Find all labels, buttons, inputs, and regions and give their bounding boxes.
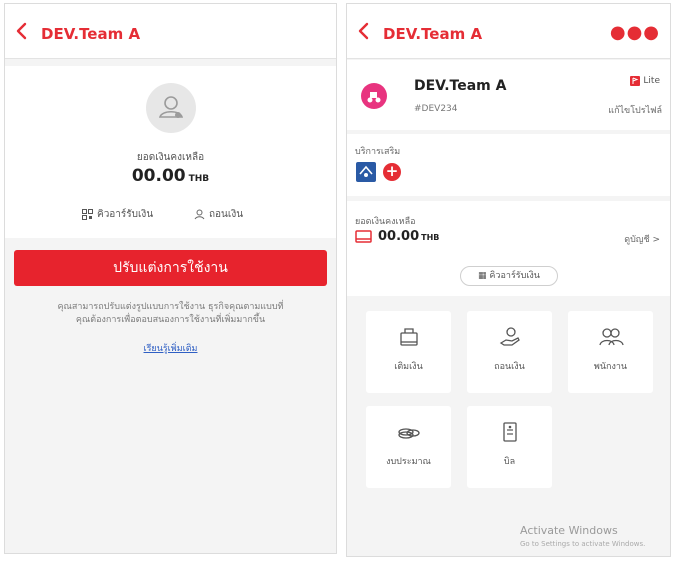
windows-activation-watermark: Activate Windows: [520, 524, 618, 537]
tile-label: เติมเงิน: [394, 362, 423, 372]
withdraw-icon: [194, 209, 205, 220]
view-account-link[interactable]: ดูบัญชี >: [624, 232, 660, 246]
qr-receive-button[interactable]: คิวอาร์รับเงิน: [82, 207, 153, 222]
top-up-icon: [399, 328, 418, 346]
balance-label: ยอดเงินคงเหลือ: [355, 217, 416, 227]
business-name: DEV.Team A: [414, 78, 507, 94]
more-menu-icon[interactable]: ●●●: [610, 24, 660, 42]
header-title: DEV.Team A: [383, 25, 483, 43]
balance-amount: 00.00 THB: [378, 229, 439, 244]
bill-icon: [502, 422, 517, 442]
plan-badge: Lite: [630, 76, 660, 86]
services-label: บริการเสริม: [355, 147, 401, 157]
business-avatar: [361, 83, 387, 109]
balance-row: 00.00 THB: [355, 229, 439, 244]
learn-more-link[interactable]: เรียนรู้เพิ่มเติม: [5, 341, 336, 355]
chevron-right-icon: >: [652, 235, 660, 245]
qr-receive-label: คิวอาร์รับเงิน: [97, 209, 154, 220]
tile-top-up[interactable]: เติมเงิน: [366, 311, 451, 393]
withdraw-label: ถอนเงิน: [209, 209, 244, 220]
tile-withdraw[interactable]: ถอนเงิน: [467, 311, 552, 393]
tile-budget[interactable]: งบประมาณ: [366, 406, 451, 488]
right-header: DEV.Team A ●●●: [347, 4, 670, 59]
qr-receive-label: คิวอาร์รับเงิน: [489, 271, 540, 281]
tile-label: พนักงาน: [593, 362, 628, 372]
employees-icon: [598, 328, 624, 346]
windows-activation-hint: Go to Settings to activate Windows.: [520, 540, 646, 548]
customize-description: คุณสามารถปรับแต่งรูปแบบการใช้งาน ธุรกิจค…: [9, 301, 332, 327]
scooter-icon: [367, 92, 381, 103]
tile-bill[interactable]: บิล: [467, 406, 552, 488]
plan-label: Lite: [643, 76, 660, 86]
qr-code-icon: ▦: [478, 271, 490, 281]
delivery-service-icon: [359, 165, 373, 177]
budget-icon: [397, 428, 420, 439]
tile-label: บิล: [503, 457, 516, 467]
service-app-icon[interactable]: [356, 162, 376, 182]
withdraw-icon: [499, 327, 520, 346]
qr-code-icon: [82, 209, 93, 220]
user-icon: [158, 96, 184, 118]
tile-employees[interactable]: พนักงาน: [568, 311, 653, 393]
description-line: คุณสามารถปรับแต่งรูปแบบการใช้งาน ธุรกิจค…: [57, 302, 284, 312]
qr-receive-button[interactable]: ▦ คิวอาร์รับเงิน: [460, 266, 558, 286]
customize-usage-button[interactable]: ปรับแต่งการใช้งาน: [14, 250, 327, 286]
left-phone-screen: DEV.Team A ยอดเงินคงเหลือ 00.00 THB คิวอา…: [4, 3, 337, 554]
currency-label: THB: [421, 233, 440, 242]
tile-label: งบประมาณ: [386, 457, 431, 467]
currency-label: THB: [188, 174, 210, 184]
wallet-icon: [355, 230, 372, 243]
balance-amount: 00.00 THB: [5, 166, 336, 186]
profile-avatar: [146, 83, 196, 133]
chevron-left-icon[interactable]: [13, 22, 31, 40]
add-service-icon[interactable]: +: [383, 163, 401, 181]
view-account-label: ดูบัญชี: [624, 235, 650, 245]
left-header: DEV.Team A: [5, 4, 336, 59]
chevron-left-icon[interactable]: [355, 22, 373, 40]
header-title: DEV.Team A: [41, 25, 141, 43]
balance-value: 00.00: [131, 166, 186, 186]
business-profile-card: [347, 60, 670, 130]
right-phone-screen: DEV.Team A ●●● DEV.Team A #DEV234 Lite แ…: [346, 3, 671, 557]
business-id: #DEV234: [414, 104, 458, 114]
tile-label: ถอนเงิน: [494, 362, 525, 372]
flag-icon: [630, 76, 641, 86]
balance-label: ยอดเงินคงเหลือ: [136, 152, 205, 163]
balance-value: 00.00: [378, 229, 420, 244]
description-line: คุณต้องการเพื่อตอบสนองการใช้งานที่เพิ่มม…: [75, 315, 266, 325]
withdraw-button[interactable]: ถอนเงิน: [194, 207, 243, 222]
edit-profile-link[interactable]: แก้ไขโปรไฟล์: [608, 103, 662, 117]
